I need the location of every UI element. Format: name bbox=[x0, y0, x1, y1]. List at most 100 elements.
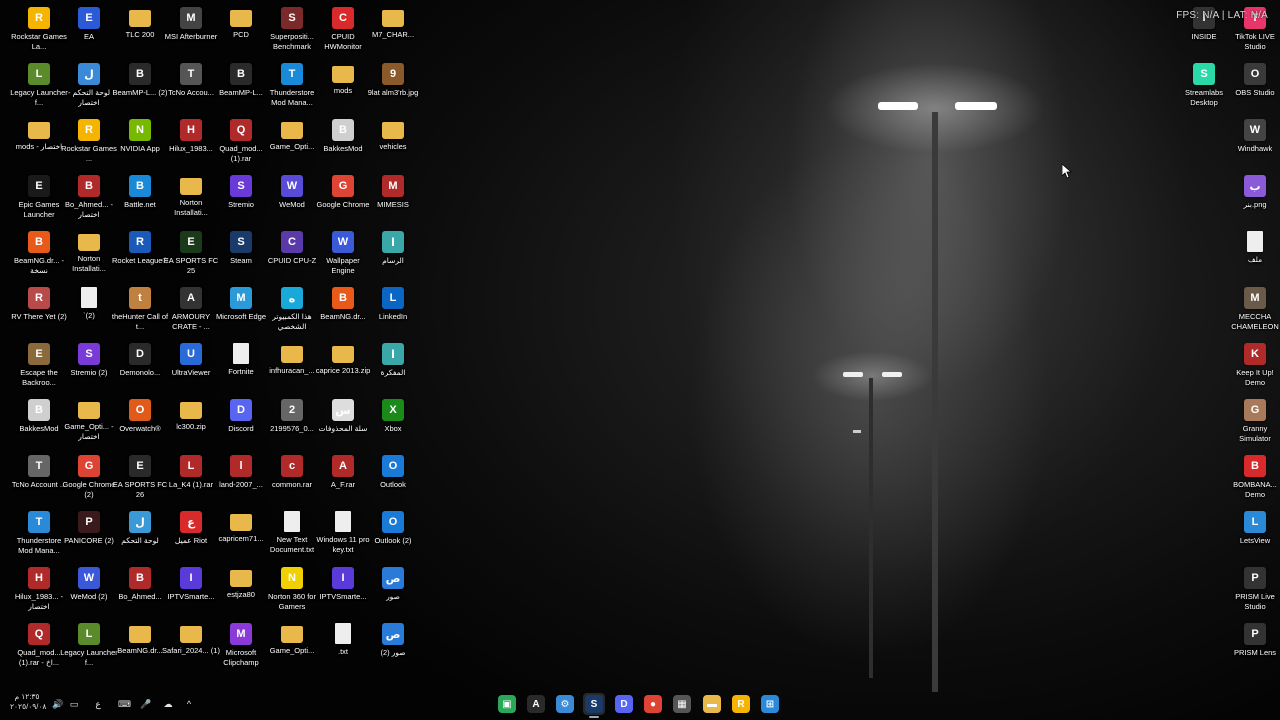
desktop-icon-game-opti[interactable]: Game_Opti... bbox=[267, 620, 317, 676]
desktop-icon-mods[interactable]: mods bbox=[318, 60, 368, 116]
desktop-icon-ultraviewer[interactable]: U UltraViewer bbox=[166, 340, 216, 396]
desktop-icon-google-chrome[interactable]: G Google Chrome bbox=[317, 172, 369, 228]
desktop-icon-outlook[interactable]: O Outlook bbox=[368, 452, 418, 508]
desktop-icon-item[interactable]: ل لوحة التحكم - اختصار bbox=[64, 60, 114, 116]
desktop-icon-nvidia-app[interactable]: N NVIDIA App bbox=[115, 116, 165, 172]
desktop-icon-beamng-dr[interactable]: BeamNG.dr... bbox=[115, 620, 165, 676]
desktop-icon-wallpaper-engine[interactable]: W Wallpaper Engine bbox=[318, 228, 368, 284]
desktop-icon-item[interactable]: ه هذا الكمبيوتر الشخصي bbox=[267, 284, 317, 340]
desktop-icon-microsoft-edge[interactable]: M Microsoft Edge bbox=[216, 284, 266, 340]
desktop-icon-wemod-2[interactable]: W WeMod (2) bbox=[64, 564, 114, 620]
desktop-icon-ea-sports-fc-25[interactable]: E EA SPORTS FC 25 bbox=[164, 228, 218, 284]
desktop-icon-norton-360-for-gamers[interactable]: N Norton 360 for Gamers bbox=[267, 564, 317, 620]
desktop-icon-quad-mod-1-rar[interactable]: Q Quad_mod... (1).rar bbox=[216, 116, 266, 172]
desktop-icon-steam[interactable]: S Steam bbox=[216, 228, 266, 284]
desktop-icon-bakkesmod[interactable]: B BakkesMod bbox=[318, 116, 368, 172]
desktop-icon-norton-installati[interactable]: Norton Installati... bbox=[166, 172, 216, 228]
desktop-icon-item[interactable]: ص صور bbox=[368, 564, 418, 620]
desktop-icon-microsoft-clipchamp[interactable]: M Microsoft Clipchamp bbox=[216, 620, 266, 676]
desktop-icon-cpuid-hwmonitor[interactable]: C CPUID HWMonitor bbox=[318, 4, 368, 60]
desktop-icon-item[interactable]: س سلة المحذوفات bbox=[318, 396, 368, 452]
desktop-icon-capricem71[interactable]: capricem71... bbox=[216, 508, 266, 564]
desktop-icon-cpuid-cpu-z[interactable]: C CPUID CPU-Z bbox=[267, 228, 317, 284]
desktop-icon-game-opti[interactable]: Game_Opti... - اختصار bbox=[64, 396, 114, 452]
desktop-icon-thunderstore-mod-mana[interactable]: T Thunderstore Mod Mana... bbox=[267, 60, 317, 116]
desktop-icon-battle-net[interactable]: B Battle.net bbox=[115, 172, 165, 228]
desktop-icon-google-chrome-2[interactable]: G Google Chrome (2) bbox=[63, 452, 115, 508]
desktop-icon-item[interactable]: ا المفكرة bbox=[368, 340, 418, 396]
desktop-icon-bo-ahmed[interactable]: B Bo_Ahmed... - اختصار bbox=[64, 172, 114, 228]
taskbar-explorer[interactable]: ▬ bbox=[701, 693, 723, 715]
desktop-icon-hilux-1983[interactable]: H Hilux_1983... - اختصار bbox=[14, 564, 64, 620]
desktop-icon-obs-studio[interactable]: O OBS Studio bbox=[1230, 60, 1280, 116]
chevron-up-icon[interactable]: ^ bbox=[183, 696, 195, 712]
taskbar-app-3[interactable]: ⚙ bbox=[554, 693, 576, 715]
desktop-icon-la-k4-1-rar[interactable]: L La_K4 (1).rar bbox=[166, 452, 216, 508]
taskbar-start[interactable]: ⊞ bbox=[759, 693, 781, 715]
desktop-icon-prism-live-studio[interactable]: P PRISM Live Studio bbox=[1230, 564, 1280, 620]
desktop-icon-escape-the-backroo[interactable]: E Escape the Backroo... bbox=[14, 340, 64, 396]
desktop-icon-riot[interactable]: ع عميل Riot bbox=[166, 508, 216, 564]
desktop-icon-item[interactable]: ملف bbox=[1230, 228, 1280, 284]
taskbar-chrome[interactable]: ● bbox=[642, 693, 664, 715]
desktop-icon-thehunter-call-of-t[interactable]: t theHunter Call of t... bbox=[112, 284, 168, 340]
desktop-icon-bakkesmod[interactable]: B BakkesMod bbox=[14, 396, 64, 452]
desktop-icon-infhuracan[interactable]: infhuracan_... bbox=[267, 340, 317, 396]
desktop-icon-rockstar-games[interactable]: R Rockstar Games ... bbox=[61, 116, 117, 172]
taskbar-app-2[interactable]: A bbox=[525, 693, 547, 715]
taskbar-rockstar[interactable]: R bbox=[730, 693, 752, 715]
desktop-icon-beammp-l-2[interactable]: B BeamMP-L... (2) bbox=[112, 60, 168, 116]
desktop-icon-fortnite[interactable]: Fortnite bbox=[216, 340, 266, 396]
taskbar-clock[interactable]: ١٢:٣٥ م ٢٠٢٥/٠٩/٠٨ bbox=[10, 692, 46, 712]
desktop-icon-iptvsmarte[interactable]: I IPTVSmarte... bbox=[166, 564, 216, 620]
desktop-icon-armoury-crate[interactable]: A ARMOURY CRATE - ... bbox=[166, 284, 216, 340]
desktop-icon-tcno-accou[interactable]: T TcNo Accou... bbox=[166, 60, 216, 116]
desktop-icon-hilux-1983[interactable]: H Hilux_1983... bbox=[166, 116, 216, 172]
desktop-icon-tlc-200[interactable]: TLC 200 bbox=[115, 4, 165, 60]
desktop-icon-m7-char[interactable]: M7_CHAR... bbox=[368, 4, 418, 60]
taskbar-app-1[interactable]: ▣ bbox=[496, 693, 518, 715]
desktop-icon-rockstar-games-la[interactable]: R Rockstar Games La... bbox=[11, 4, 67, 60]
desktop-icon-discord[interactable]: D Discord bbox=[216, 396, 266, 452]
taskbar-discord[interactable]: D bbox=[613, 693, 635, 715]
desktop-icon-beammp-l[interactable]: B BeamMP-L... bbox=[216, 60, 266, 116]
desktop-icon-tcno-account[interactable]: T TcNo Account ... bbox=[12, 452, 66, 508]
desktop-icon-wemod[interactable]: W WeMod bbox=[267, 172, 317, 228]
desktop-icon-beamng-dr[interactable]: B BeamNG.dr... bbox=[318, 284, 368, 340]
desktop-icon-game-opti[interactable]: Game_Opti... bbox=[267, 116, 317, 172]
desktop-icon-mods[interactable]: mods - اختصار bbox=[14, 116, 64, 172]
desktop-icon-norton-installati[interactable]: Norton Installati... bbox=[64, 228, 114, 284]
desktop-icon-png[interactable]: ب بنر.png bbox=[1230, 172, 1280, 228]
desktop-icon-stremio[interactable]: S Stremio bbox=[216, 172, 266, 228]
desktop-icon-windhawk[interactable]: W Windhawk bbox=[1230, 116, 1280, 172]
desktop-icon-xbox[interactable]: X Xbox bbox=[368, 396, 418, 452]
desktop-icon-overwatch[interactable]: O Overwatch® bbox=[115, 396, 165, 452]
desktop-icon-a-f-rar[interactable]: A A_F.rar bbox=[318, 452, 368, 508]
desktop-icon-common-rar[interactable]: c common.rar bbox=[267, 452, 317, 508]
desktop-icon-stremio-2[interactable]: S Stremio (2) bbox=[64, 340, 114, 396]
desktop-icon-ea[interactable]: E EA bbox=[64, 4, 114, 60]
desktop-icon-rv-there-yet-2[interactable]: R RV There Yet (2) bbox=[11, 284, 67, 340]
desktop-icon-epic-games-launcher[interactable]: E Epic Games Launcher bbox=[14, 172, 64, 228]
desktop-icon-txt[interactable]: .txt bbox=[318, 620, 368, 676]
desktop-icon-pcd[interactable]: PCD bbox=[216, 4, 266, 60]
desktop-icon-land-2007[interactable]: l land-2007_... bbox=[216, 452, 266, 508]
display-icon[interactable]: ▭ bbox=[68, 696, 80, 712]
volume-icon[interactable]: 🔊 bbox=[52, 696, 64, 712]
desktop-icon-prism-lens[interactable]: P PRISM Lens bbox=[1230, 620, 1280, 676]
desktop-icon-iptvsmarte[interactable]: I IPTVSmarte... bbox=[318, 564, 368, 620]
desktop-icon-2[interactable]: ص صور (2) bbox=[368, 620, 418, 676]
desktop-icon-letsview[interactable]: L LetsView bbox=[1230, 508, 1280, 564]
desktop-icon-9lat-alm3-rb-jpg[interactable]: 9 9lat alm3'rb.jpg bbox=[368, 60, 418, 116]
desktop-icon-legacy-launcher-f[interactable]: L Legacy Launcher f... bbox=[10, 60, 68, 116]
microphone-icon[interactable]: 🎤 bbox=[140, 696, 152, 712]
desktop-icon-demonolo[interactable]: D Demonolo... bbox=[115, 340, 165, 396]
desktop-icon-msi-afterburner[interactable]: M MSI Afterburner bbox=[165, 4, 217, 60]
desktop-icon-legacy-launcher-f[interactable]: L Legacy Launcher f... bbox=[60, 620, 118, 676]
desktop-icon-panicore-2[interactable]: P PANICORE (2) bbox=[64, 508, 114, 564]
desktop-icon-rocket-league[interactable]: R Rocket League® bbox=[112, 228, 168, 284]
desktop-icon-safari-2024-1[interactable]: Safari_2024... (1) bbox=[162, 620, 220, 676]
desktop-icon-ea-sports-fc-26[interactable]: E EA SPORTS FC 26 bbox=[113, 452, 167, 508]
desktop-icon-granny-simulator[interactable]: G Granny Simulator bbox=[1230, 396, 1280, 452]
desktop-icon-keep-it-up-demo[interactable]: K Keep It Up! Demo bbox=[1230, 340, 1280, 396]
